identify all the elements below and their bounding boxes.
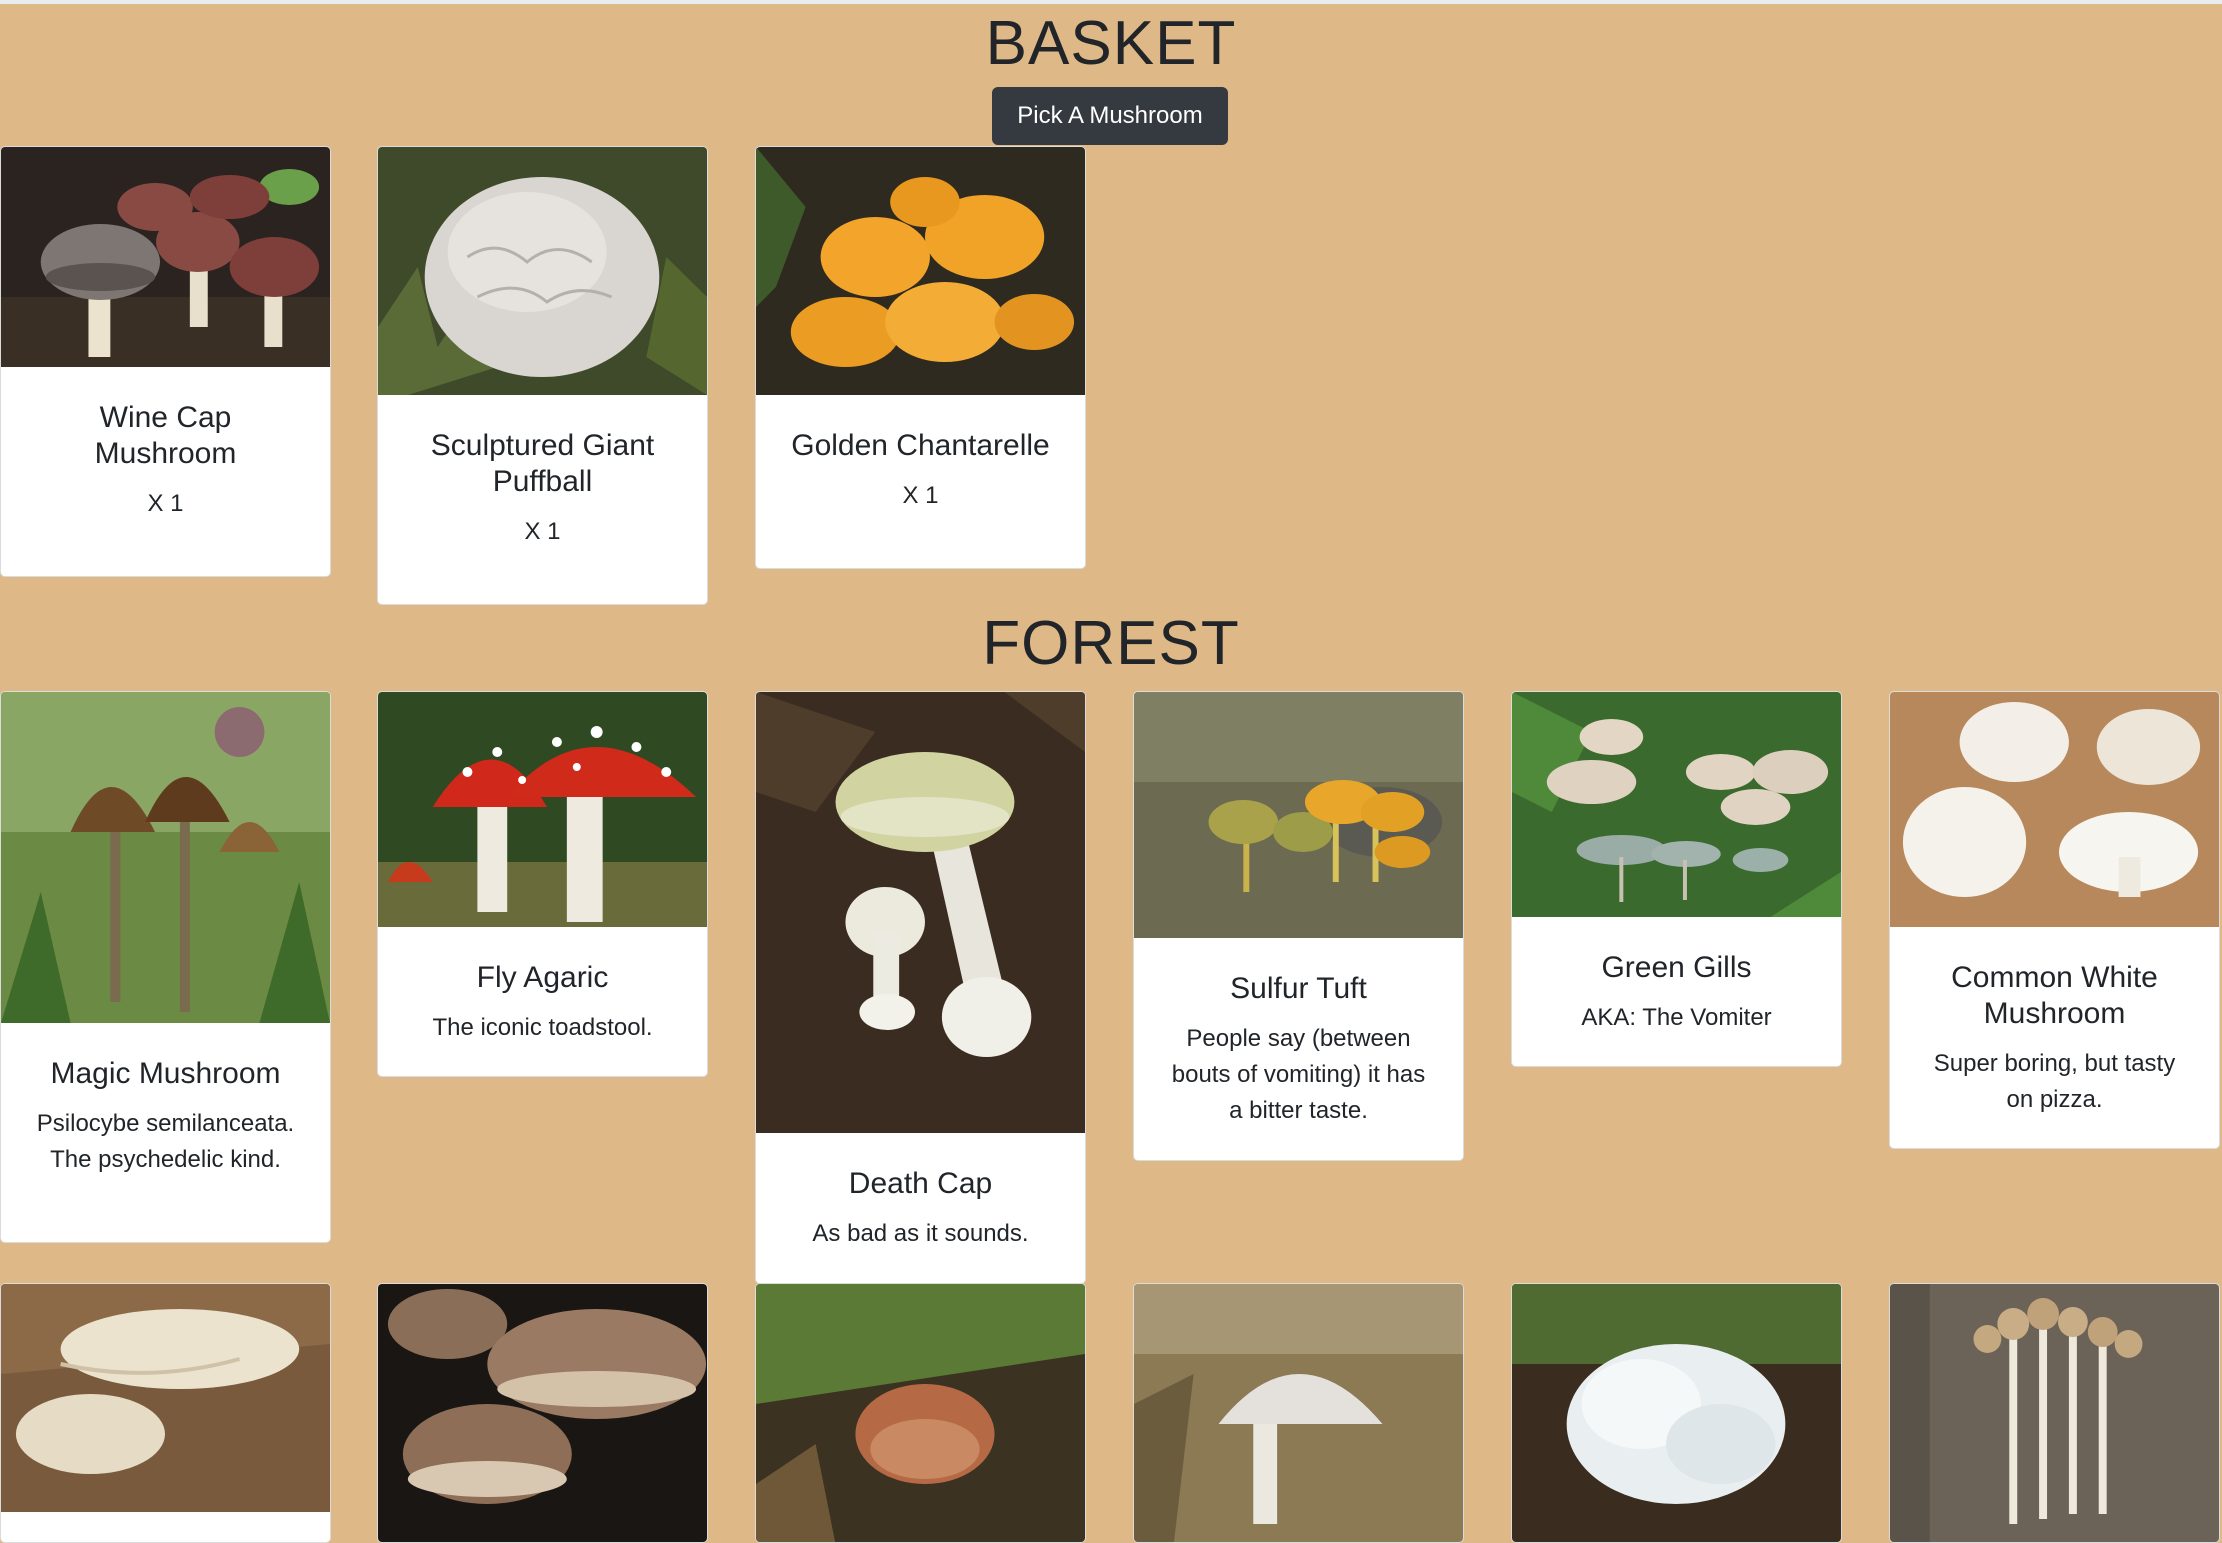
card-title: Wine Cap Mushroom [94, 401, 237, 470]
forest-card-oyster[interactable] [0, 1283, 331, 1543]
forest-heading: FOREST [982, 609, 1240, 678]
wine-cap-photo [1, 147, 330, 367]
snow-fungus-photo [1512, 1284, 1841, 1542]
basket-card-puffball[interactable]: Sculptured Giant Puffball X 1 [377, 146, 708, 605]
card-description: People say (between bouts of vomiting) i… [1171, 1025, 1426, 1124]
basket-heading: BASKET [985, 9, 1237, 78]
card-description: Psilocybe semilanceata. The psychedelic … [36, 1110, 295, 1173]
shiitake-photo [378, 1284, 707, 1542]
card-title: Sulfur Tuft [1230, 972, 1367, 1005]
card-title: Death Cap [848, 1167, 993, 1200]
card-description: As bad as it sounds. [812, 1220, 1029, 1247]
forest-card-sulfur-tuft[interactable]: Sulfur Tuft People say (between bouts of… [1133, 691, 1464, 1161]
enoki-photo [1890, 1284, 2219, 1542]
card-title: Sculptured Giant Puffball [430, 429, 655, 498]
forest-card-magic-mushroom[interactable]: Magic Mushroom Psilocybe semilanceata. T… [0, 691, 331, 1243]
card-qty: X 1 [524, 518, 561, 545]
forest-card-death-cap[interactable]: Death Cap As bad as it sounds. [755, 691, 1086, 1284]
pick-mushroom-button[interactable]: Pick A Mushroom [992, 87, 1228, 145]
card-qty: X 1 [902, 482, 939, 509]
card-title: Magic Mushroom [50, 1057, 281, 1090]
card-description: AKA: The Vomiter [1581, 1004, 1772, 1031]
forest-card-white-mushroom[interactable]: Common White Mushroom Super boring, but … [1889, 691, 2220, 1149]
card-description: The iconic toadstool. [432, 1014, 653, 1041]
forest-card-brown-cup[interactable] [755, 1283, 1086, 1543]
card-title: Green Gills [1601, 951, 1752, 984]
forest-card-white-parasol[interactable] [1133, 1283, 1464, 1543]
forest-card-snow-fungus[interactable] [1511, 1283, 1842, 1543]
forest-card-fly-agaric[interactable]: Fly Agaric The iconic toadstool. [377, 691, 708, 1077]
puffball-photo [378, 147, 707, 395]
basket-card-wine-cap[interactable]: Wine Cap Mushroom X 1 [0, 146, 331, 577]
magic-mushroom-photo [1, 692, 330, 1023]
card-title: Golden Chantarelle [791, 429, 1050, 462]
top-border [0, 0, 2222, 4]
death-cap-photo [756, 692, 1085, 1133]
forest-card-enoki[interactable] [1889, 1283, 2220, 1543]
brown-cup-mushroom-photo [756, 1284, 1085, 1542]
fly-agaric-photo [378, 692, 707, 927]
basket-card-chanterelle[interactable]: Golden Chantarelle X 1 [755, 146, 1086, 569]
card-qty: X 1 [147, 490, 184, 517]
green-gills-photo [1512, 692, 1841, 917]
chanterelle-photo [756, 147, 1085, 395]
forest-card-green-gills[interactable]: Green Gills AKA: The Vomiter [1511, 691, 1842, 1067]
card-title: Fly Agaric [476, 961, 609, 994]
sulfur-tuft-photo [1134, 692, 1463, 938]
card-description: Super boring, but tasty on pizza. [1933, 1050, 2176, 1113]
white-parasol-photo [1134, 1284, 1463, 1542]
white-mushroom-photo [1890, 692, 2219, 927]
card-title: Common White Mushroom [1951, 961, 2158, 1030]
forest-card-shiitake[interactable] [377, 1283, 708, 1543]
oyster-mushroom-photo [1, 1284, 330, 1512]
